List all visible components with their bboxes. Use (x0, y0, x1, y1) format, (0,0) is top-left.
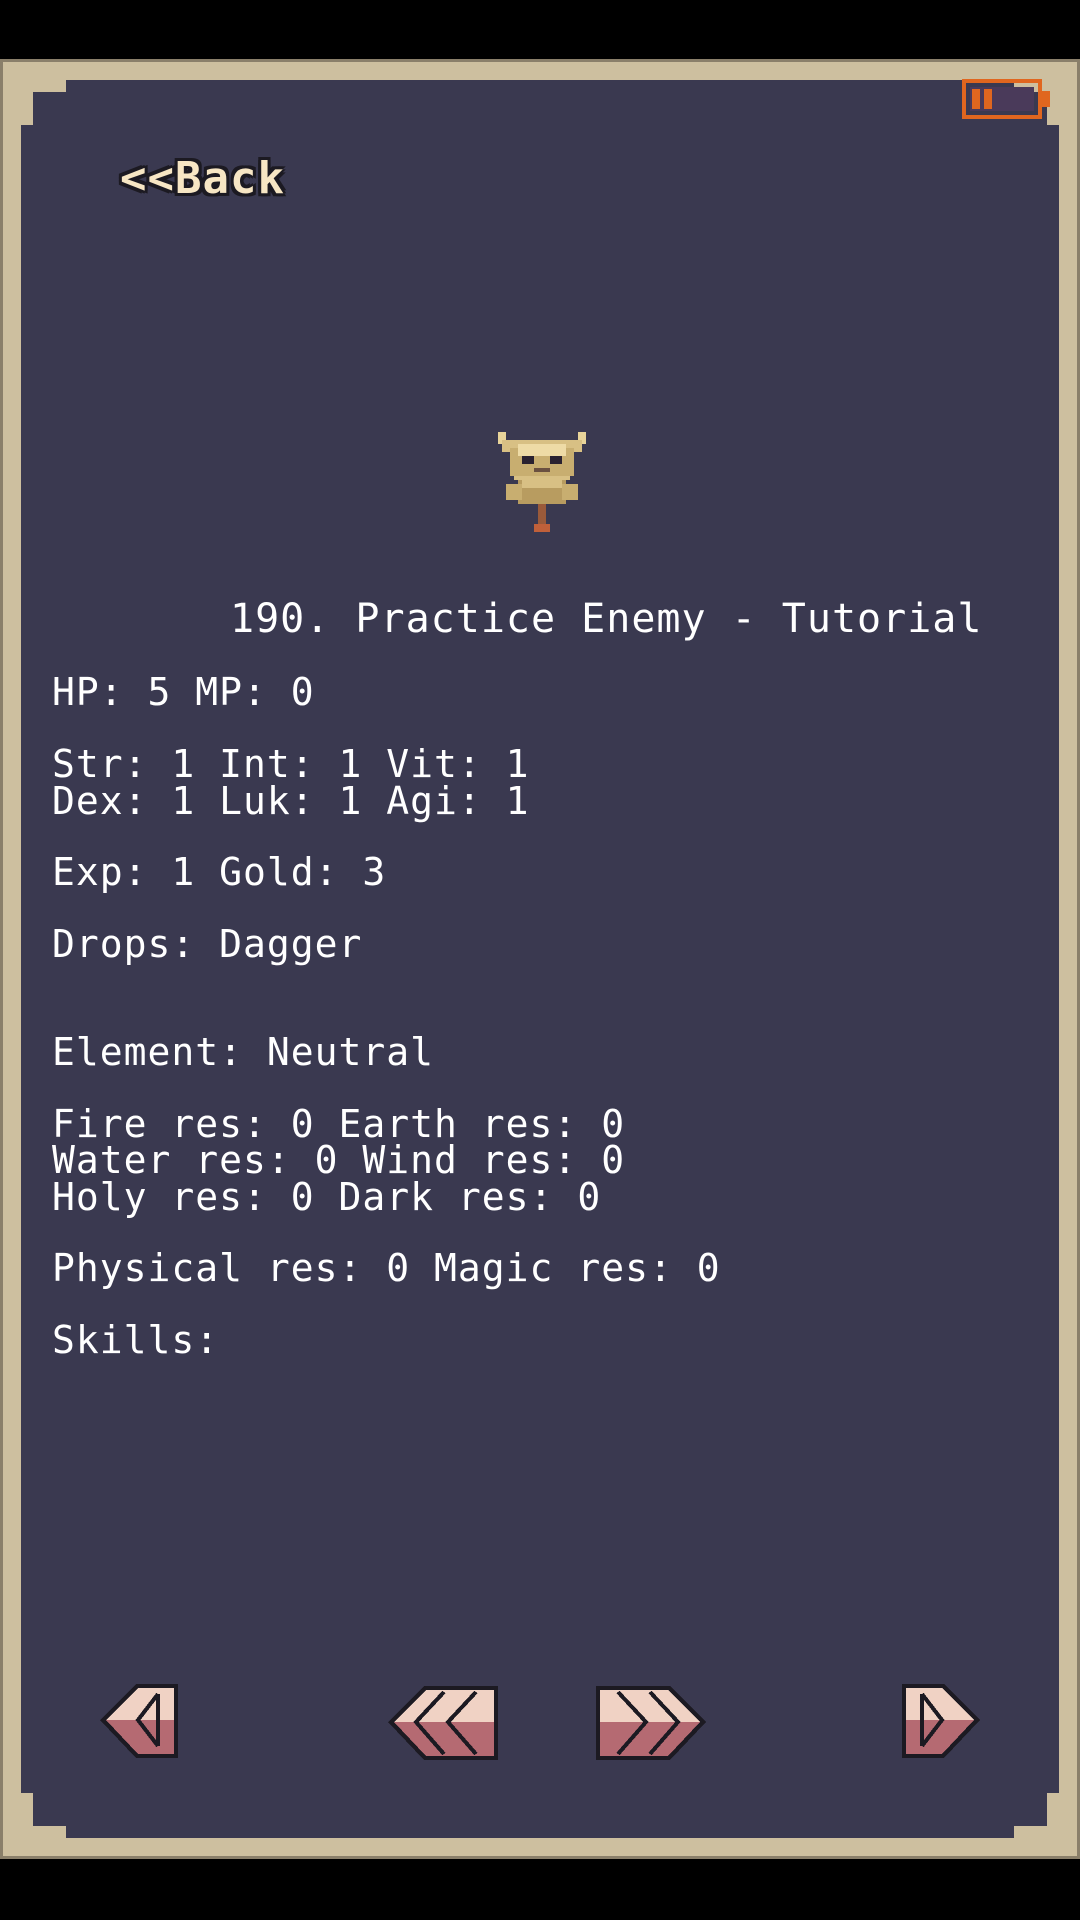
resistance-row-3: Holy res: 0 Dark res: 0 (52, 1175, 602, 1219)
attribute-stats-row-2: Dex: 1 Luk: 1 Agi: 1 (52, 779, 530, 823)
resistance-row-2: Water res: 0 Wind res: 0 (52, 1138, 626, 1182)
battery-icon (962, 79, 1050, 119)
drops-info: Drops: Dagger (52, 922, 363, 966)
double-arrow-left-icon[interactable] (386, 1682, 500, 1764)
physical-magic-resistance: Physical res: 0 Magic res: 0 (52, 1246, 721, 1290)
game-screen: <<Back 190. Practice Enemy - Tutorial HP… (0, 0, 1080, 1920)
element-info: Element: Neutral (52, 1030, 435, 1074)
skills-label: Skills: (52, 1318, 220, 1362)
back-button[interactable]: <<Back (120, 150, 285, 206)
exp-gold-rewards: Exp: 1 Gold: 3 (52, 850, 387, 894)
enemy-title: 190. Practice Enemy - Tutorial (230, 596, 983, 642)
hp-mp-stats: HP: 5 MP: 0 (52, 670, 315, 714)
horned-enemy-sprite (498, 432, 586, 532)
arrow-right-icon[interactable] (900, 1680, 982, 1762)
arrow-left-icon[interactable] (98, 1680, 180, 1762)
double-arrow-right-icon[interactable] (594, 1682, 708, 1764)
attribute-stats-row-1: Str: 1 Int: 1 Vit: 1 (52, 742, 530, 786)
back-button-label: <<Back (120, 152, 285, 204)
